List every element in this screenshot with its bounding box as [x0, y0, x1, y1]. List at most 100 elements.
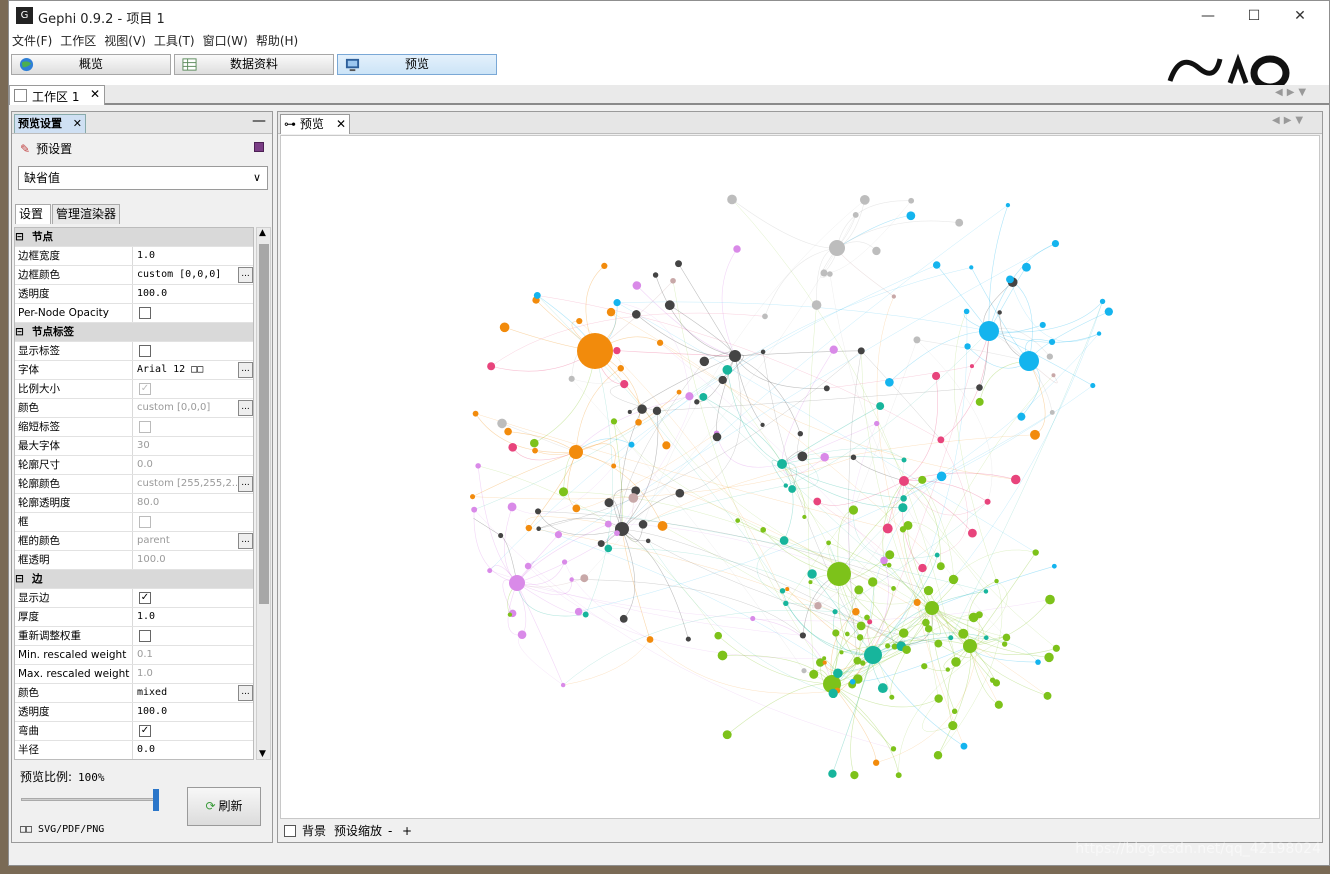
- graph-edge: [621, 528, 651, 640]
- scroll-up-icon[interactable]: ▲: [259, 228, 266, 238]
- property-editor-button[interactable]: ...: [238, 533, 253, 549]
- graph-edge: [617, 302, 690, 397]
- preview-tab-close-icon[interactable]: ✕: [336, 115, 346, 134]
- graph-node: [580, 574, 589, 583]
- graph-node: [779, 588, 786, 594]
- property-editor-button[interactable]: ...: [238, 362, 253, 378]
- collapse-icon[interactable]: ⊟: [15, 573, 24, 585]
- graph-node: [813, 497, 822, 506]
- tab-manage-renderers[interactable]: 管理渲染器: [52, 204, 120, 224]
- workspace-tab-close-icon[interactable]: ✕: [90, 87, 100, 101]
- graph-node: [574, 607, 583, 616]
- graph-edge: [988, 243, 1056, 332]
- menu-window[interactable]: 窗口(W): [200, 31, 253, 51]
- preview-settings-tab[interactable]: 预览设置 ✕: [14, 114, 86, 133]
- property-category[interactable]: ⊟ 边: [15, 570, 253, 589]
- graph-node: [864, 614, 870, 621]
- property-value[interactable]: 1.0: [137, 247, 237, 265]
- property-scrollbar[interactable]: ▲ ▼: [256, 227, 271, 760]
- graph-node: [874, 420, 880, 427]
- property-checkbox[interactable]: ✓: [139, 725, 151, 737]
- property-value[interactable]: 1.0: [137, 608, 237, 626]
- tab-settings[interactable]: 设置: [15, 204, 51, 224]
- background-checkbox[interactable]: [284, 825, 296, 837]
- preview-ratio-slider[interactable]: [21, 798, 159, 801]
- menu-view[interactable]: 视图(V): [101, 31, 151, 51]
- workspace-tab[interactable]: 工作区 1 ✕: [9, 85, 105, 105]
- collapse-icon[interactable]: ⊟: [15, 231, 24, 243]
- preview-nav-arrows-icon[interactable]: ◀▶▼: [1272, 115, 1307, 126]
- property-value: custom [0,0,0]: [137, 402, 211, 413]
- preview-button[interactable]: 预览: [337, 54, 497, 75]
- graph-node: [604, 520, 612, 528]
- graph-node: [902, 645, 911, 654]
- graph-node: [472, 410, 479, 417]
- graph-preview-canvas[interactable]: [280, 135, 1320, 819]
- preset-label: 预设置: [36, 142, 73, 156]
- property-checkbox[interactable]: ✓: [139, 592, 151, 604]
- collapse-icon[interactable]: ⊟: [15, 326, 24, 338]
- workspace-nav-arrows-icon[interactable]: ◀▶▼: [1275, 87, 1310, 98]
- data-lab-button[interactable]: 数据资料: [174, 54, 334, 75]
- property-category[interactable]: ⊟ 节点: [15, 228, 253, 247]
- overview-button[interactable]: 概览: [11, 54, 171, 75]
- graph-node: [828, 688, 838, 699]
- graph-node: [1104, 307, 1113, 316]
- preset-select[interactable]: 缺省值 ∨: [18, 166, 268, 190]
- graph-node: [685, 636, 691, 642]
- property-editor-button[interactable]: ...: [238, 685, 253, 701]
- graph-node: [613, 299, 621, 307]
- property-value[interactable]: Arial 12 □□: [137, 361, 237, 379]
- graph-node: [657, 521, 668, 531]
- minimize-button[interactable]: —: [1185, 1, 1231, 31]
- property-name: 最大字体: [15, 437, 133, 455]
- category-label: 节点标签: [32, 326, 74, 338]
- property-checkbox[interactable]: [139, 630, 151, 642]
- property-value[interactable]: 100.0: [137, 703, 237, 721]
- property-row: 显示标签: [15, 342, 253, 361]
- property-editor-button[interactable]: ...: [238, 400, 253, 416]
- property-value[interactable]: 100.0: [137, 285, 237, 303]
- preview-settings-close-icon[interactable]: ✕: [73, 115, 82, 132]
- graph-node: [828, 769, 837, 778]
- graph-node: [1045, 594, 1055, 605]
- property-value[interactable]: 0.0: [137, 741, 237, 759]
- zoom-out-button[interactable]: -: [388, 820, 392, 842]
- export-button[interactable]: □□ SVG/PDF/PNG: [20, 824, 104, 835]
- zoom-in-button[interactable]: +: [402, 820, 412, 842]
- graph-node: [718, 375, 727, 385]
- property-value[interactable]: custom [0,0,0]: [137, 266, 237, 284]
- graph-node: [918, 563, 927, 573]
- save-preset-icon[interactable]: [254, 142, 264, 152]
- graph-node: [499, 322, 510, 333]
- property-value[interactable]: mixed: [137, 684, 237, 702]
- refresh-button[interactable]: ⟳ 刷新: [187, 787, 261, 826]
- graph-node: [635, 418, 642, 426]
- graph-edge: [489, 264, 937, 571]
- property-checkbox[interactable]: [139, 345, 151, 357]
- panel-minimize-icon[interactable]: —: [252, 113, 266, 129]
- graph-edge: [564, 561, 651, 640]
- preview-ratio-slider-thumb[interactable]: [153, 789, 159, 811]
- scrollbar-thumb[interactable]: [259, 244, 269, 604]
- property-name: 框: [15, 513, 133, 531]
- menu-file[interactable]: 文件(F): [9, 31, 57, 51]
- graph-edge: [722, 654, 833, 685]
- maximize-button[interactable]: ☐: [1231, 1, 1277, 31]
- preview-tab[interactable]: ⊶ 预览 ✕: [280, 114, 350, 134]
- menu-workspace[interactable]: 工作区: [57, 31, 101, 51]
- property-editor-button[interactable]: ...: [238, 267, 253, 283]
- graph-edge: [853, 457, 905, 482]
- property-category[interactable]: ⊟ 节点标签: [15, 323, 253, 342]
- close-button[interactable]: ✕: [1277, 1, 1323, 31]
- graph-edge: [475, 413, 577, 453]
- property-row: 最大字体 30: [15, 437, 253, 456]
- menu-help[interactable]: 帮助(H): [253, 31, 303, 51]
- scroll-down-icon[interactable]: ▼: [259, 749, 266, 759]
- property-editor-button[interactable]: ...: [238, 476, 253, 492]
- property-checkbox[interactable]: [139, 307, 151, 319]
- graph-node: [714, 631, 723, 640]
- menu-tools[interactable]: 工具(T): [151, 31, 200, 51]
- graph-edge: [563, 639, 651, 686]
- graph-node: [507, 502, 517, 512]
